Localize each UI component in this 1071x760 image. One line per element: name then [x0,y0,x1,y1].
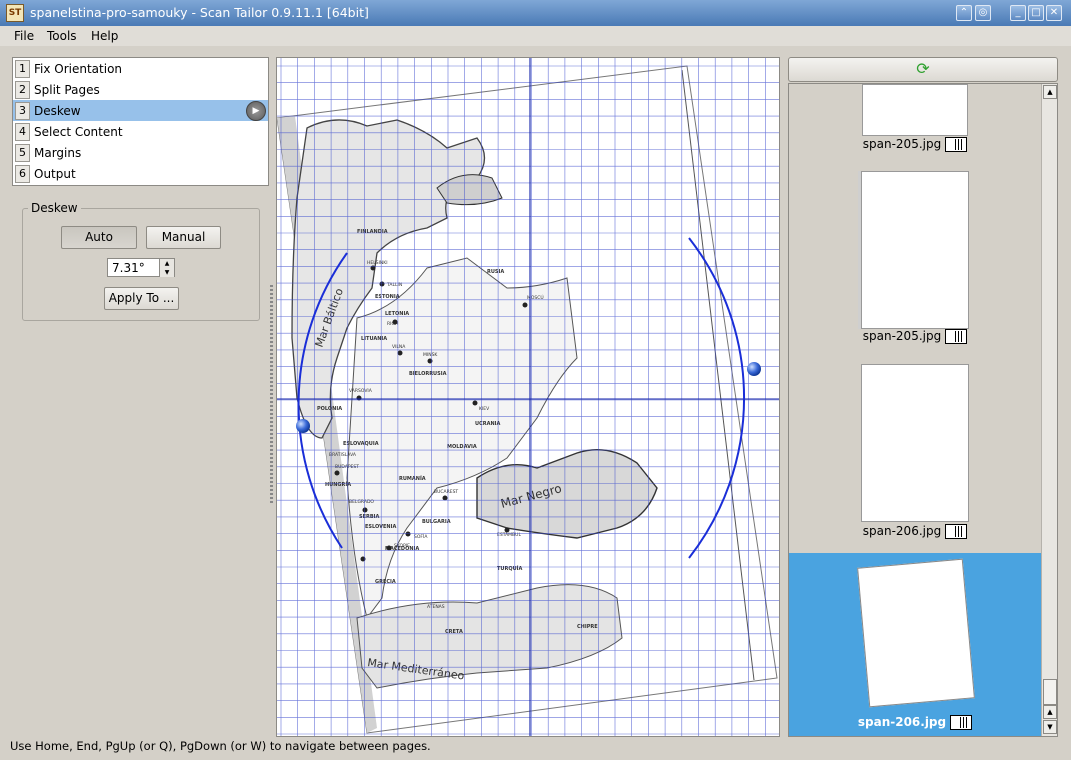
map-label: MOLDAVIA [447,444,477,450]
splitter-handle[interactable] [270,285,273,505]
map-label: UCRANIA [475,421,500,427]
title-bar: ST spanelstina-pro-samouky - Scan Tailor… [0,0,1071,26]
step-number: 1 [15,60,30,78]
thumbnail-item[interactable]: span-205.jpg [789,84,1041,154]
spin-down-icon[interactable]: ▼ [159,268,174,277]
map-label: KIEV [479,406,490,412]
step-number: 5 [15,144,30,162]
angle-value: 7.31° [112,261,145,275]
step-output[interactable]: 6 Output [13,163,268,184]
thumbnail-image [861,364,969,522]
map-label: BULGARIA [422,519,451,525]
auto-button[interactable]: Auto [61,226,137,249]
map-label: FINLANDIA [357,229,388,235]
page-layout-icon [945,137,968,152]
scroll-down-icon[interactable]: ▼ [1043,720,1057,734]
thumbnail-caption-row: span-205.jpg [789,329,1041,349]
map-label: RUMANÍA [399,474,426,482]
map-label: LITUANIA [361,336,387,342]
step-label: Fix Orientation [34,62,123,76]
thumbnail-caption: span-206.jpg [789,524,1041,539]
restore-icon[interactable]: ◎ [975,5,991,21]
shade-icon[interactable]: ⌃ [956,5,972,21]
thumbnail-caption: span-205.jpg [789,137,1041,152]
play-icon[interactable]: ▶ [246,101,266,121]
map-label: ESLOVAQUIA [343,441,379,447]
map-label: BUCAREST [434,489,458,495]
scroll-up-icon[interactable]: ▲ [1043,705,1057,719]
deskew-group-title: Deskew [28,201,81,215]
map-label: ATENAS [427,604,445,610]
app-icon: ST [6,4,24,22]
step-deskew[interactable]: 3 Deskew ▶ [13,100,268,121]
map-label: ESLOVENIA [365,524,396,530]
apply-to-button[interactable]: Apply To ... [104,287,179,310]
minimize-icon[interactable]: _ [1010,5,1026,21]
thumbnail-image [862,84,968,136]
scroll-up-icon[interactable]: ▲ [1043,85,1057,99]
map-label: GRECIA [375,579,396,585]
status-bar: Use Home, End, PgUp (or Q), PgDown (or W… [10,739,431,753]
step-margins[interactable]: 5 Margins [13,142,268,163]
map-label: POLONIA [317,406,342,412]
map-label: RUSIA [487,269,504,275]
thumbnail-scrollbar[interactable]: ▲ ▲ ▼ [1041,84,1057,736]
step-label: Deskew [34,104,81,118]
step-split-pages[interactable]: 2 Split Pages [13,79,268,100]
map-label: SKOPJE [394,543,410,549]
step-number: 3 [15,102,30,120]
thumbnail-item[interactable]: span-206.jpg [789,362,1041,542]
map-label: BELGRADO [349,499,374,505]
map-label: MINSK [423,352,438,358]
maximize-icon[interactable]: □ [1028,5,1044,21]
window-title: spanelstina-pro-samouky - Scan Tailor 0.… [30,5,369,20]
rotate-handle-right[interactable] [747,362,761,376]
menu-file[interactable]: File [14,29,34,43]
thumbnail-image [861,171,969,329]
menu-tools[interactable]: Tools [47,29,77,43]
close-icon[interactable]: ✕ [1046,5,1062,21]
angle-spinbox[interactable]: 7.31° ▲ ▼ [107,258,175,277]
step-label: Output [34,167,76,181]
map-label: SOFÍA [414,533,428,540]
step-fix-orientation[interactable]: 1 Fix Orientation [13,58,268,79]
thumbnail-caption: span-205.jpg [789,329,1041,344]
menu-help[interactable]: Help [91,29,118,43]
thumbnail-list[interactable]: span-205.jpg span-205.jpg span-206.jpg s… [788,83,1058,737]
map-label: VARSOVIA [349,388,373,394]
page-layout-icon [945,524,968,539]
map-label: ESTAMBUL [497,532,521,538]
map-label: TURQUÍA [497,564,522,572]
map-label: LETONIA [385,311,409,317]
spin-up-icon[interactable]: ▲ [159,259,174,268]
scroll-thumb[interactable] [1043,679,1057,705]
step-number: 4 [15,123,30,141]
step-label: Split Pages [34,83,100,97]
menu-bar: File Tools Help [0,26,1071,46]
step-select-content[interactable]: 4 Select Content [13,121,268,142]
map-label: BRATISLAVA [329,452,357,458]
step-number: 2 [15,81,30,99]
step-label: Select Content [34,125,123,139]
map-label: CHIPRE [577,624,598,630]
map-label: ESTONIA [375,294,400,300]
page-layout-icon [945,329,968,344]
thumbnail-item[interactable] [789,169,1041,349]
map-label: HUNGRÍA [325,480,351,488]
refresh-icon: ⟳ [916,59,930,78]
step-list: 1 Fix Orientation 2 Split Pages 3 Deskew… [12,57,269,186]
deskew-canvas: Mar Báltico Mar Negro Mar Mediterráneo F… [277,58,779,736]
thumbnail-caption: span-206.jpg [789,715,1041,730]
page-layout-icon [950,715,973,730]
image-view[interactable]: Mar Báltico Mar Negro Mar Mediterráneo F… [276,57,780,737]
refresh-button[interactable]: ⟳ [788,57,1058,82]
map-label: HELSINKI [367,260,388,266]
map-label: VILNA [392,344,406,350]
manual-button[interactable]: Manual [146,226,221,249]
step-label: Margins [34,146,82,160]
thumbnail-item-selected[interactable]: span-206.jpg [789,553,1041,736]
rotate-handle-left[interactable] [296,419,310,433]
thumbnail-image [857,558,975,708]
step-number: 6 [15,165,30,183]
